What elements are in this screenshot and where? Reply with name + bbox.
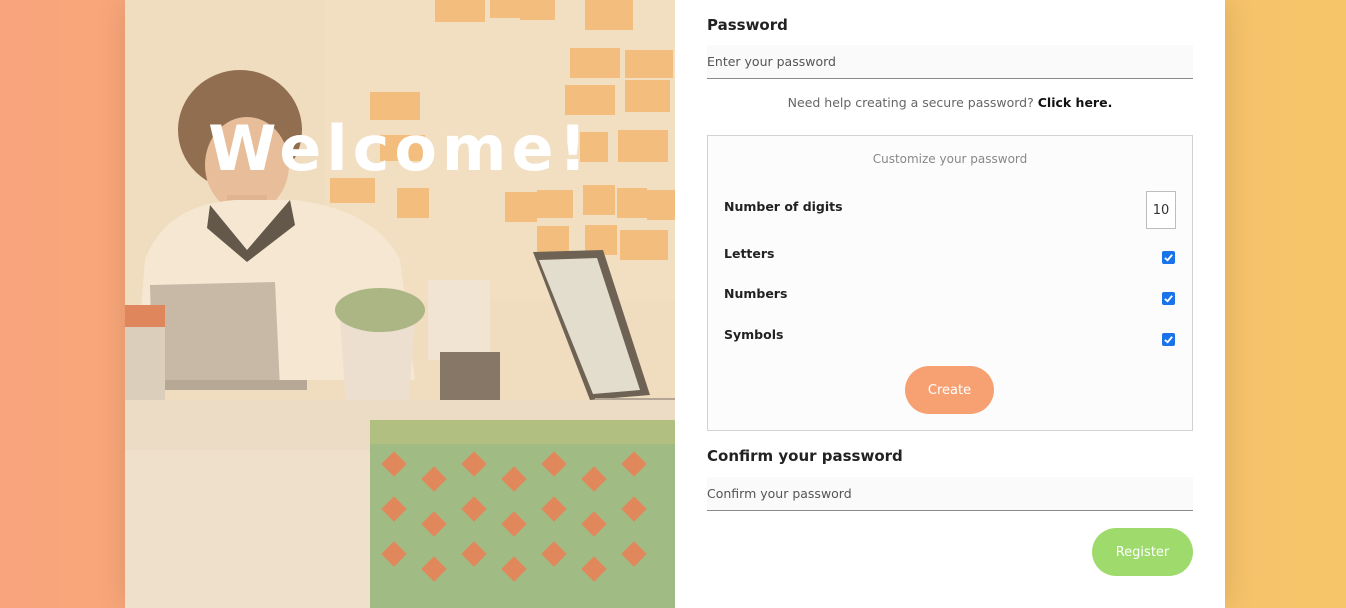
welcome-heading: Welcome! bbox=[208, 112, 592, 185]
digits-input[interactable] bbox=[1146, 191, 1176, 229]
register-button[interactable]: Register bbox=[1092, 528, 1193, 576]
letters-label: Letters bbox=[724, 246, 775, 261]
symbols-label: Symbols bbox=[724, 327, 784, 342]
create-button[interactable]: Create bbox=[905, 366, 994, 414]
numbers-checkbox[interactable] bbox=[1162, 292, 1175, 305]
password-input[interactable] bbox=[707, 45, 1193, 79]
customize-password-box: Customize your password Number of digits… bbox=[707, 135, 1193, 431]
registration-card: Welcome! Password Need help creating a s… bbox=[125, 0, 1225, 608]
help-link[interactable]: Click here. bbox=[1038, 95, 1113, 110]
password-help: Need help creating a secure password? Cl… bbox=[707, 95, 1193, 110]
hero-image: Welcome! bbox=[125, 0, 675, 608]
letters-checkbox[interactable] bbox=[1162, 251, 1175, 264]
confirm-password-input[interactable] bbox=[707, 477, 1193, 511]
customize-title: Customize your password bbox=[872, 152, 1028, 166]
hero-overlay bbox=[125, 0, 675, 608]
password-label: Password bbox=[707, 16, 788, 34]
check-icon bbox=[1164, 336, 1173, 344]
register-form: Password Need help creating a secure pas… bbox=[675, 0, 1225, 608]
help-text: Need help creating a secure password? bbox=[787, 95, 1034, 110]
digits-label: Number of digits bbox=[724, 199, 843, 214]
check-icon bbox=[1164, 254, 1173, 262]
symbols-checkbox[interactable] bbox=[1162, 333, 1175, 346]
check-icon bbox=[1164, 295, 1173, 303]
numbers-label: Numbers bbox=[724, 286, 788, 301]
confirm-password-label: Confirm your password bbox=[707, 447, 903, 465]
